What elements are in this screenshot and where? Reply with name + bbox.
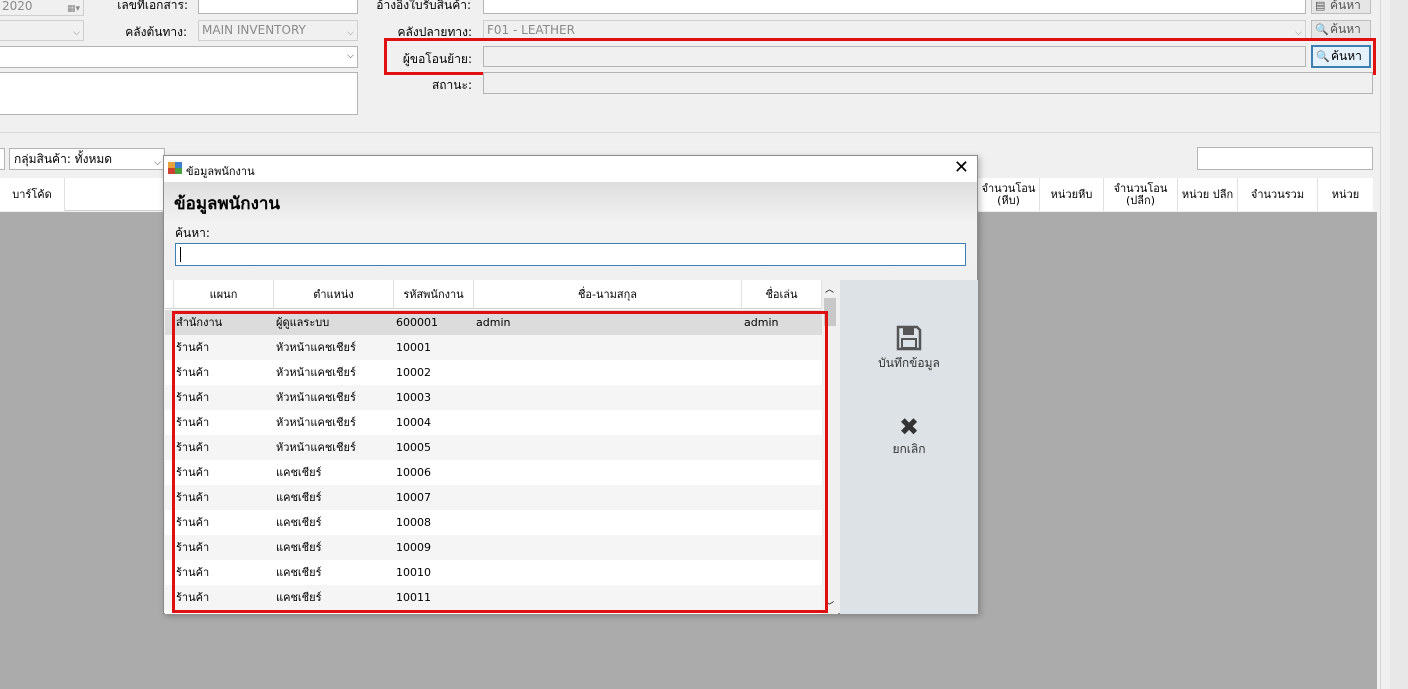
product-group-label: กลุ่มสินค้า: ทั้งหมด: [14, 152, 113, 166]
dialog-heading: ข้อมูลพนักงาน: [174, 194, 281, 214]
dest-search-button[interactable]: 🔍 ค้นหา: [1311, 20, 1371, 40]
chevron-down-icon: ⌵: [73, 28, 80, 38]
col-header-fullname[interactable]: ชื่อ-นามสกุล: [474, 280, 742, 309]
dialog-search-input[interactable]: [175, 243, 966, 266]
source-wh-label: คลังต้นทาง:: [125, 25, 187, 39]
dialog-search-label: ค้นหา:: [175, 226, 210, 240]
close-icon[interactable]: ✕: [954, 157, 969, 178]
section-divider: [0, 132, 1380, 133]
save-button[interactable]: บันทึกข้อมูล: [840, 324, 978, 373]
doc-date-value: 2020: [2, 0, 33, 13]
doc-no-field[interactable]: [198, 0, 358, 14]
save-label: บันทึกข้อมูล: [878, 356, 940, 370]
requester-highlight: [384, 38, 1376, 75]
dest-wh-value: F01 - LEATHER: [487, 23, 575, 37]
source-wh-value: MAIN INVENTORY: [202, 23, 306, 37]
chevron-down-icon: ⌵: [347, 28, 354, 38]
doc-date-field[interactable]: 2020 ▦▾: [0, 0, 84, 16]
left-combo[interactable]: ⌵: [0, 46, 358, 68]
window-icon: [168, 162, 182, 174]
text-caret: [180, 247, 181, 262]
grid-search-field[interactable]: [1197, 147, 1373, 170]
dialog-header: [164, 182, 977, 282]
grid-header-total[interactable]: จำนวนรวม: [1238, 178, 1318, 211]
row-header-corner: [165, 280, 174, 309]
calendar-icon[interactable]: ▦▾: [67, 0, 80, 15]
close-x-icon: ✖: [898, 413, 920, 441]
chevron-down-icon: ⌵: [347, 51, 354, 61]
grid-header-unit[interactable]: หน่วย: [1318, 178, 1373, 211]
note-textarea[interactable]: [0, 72, 358, 115]
grid-header-unit-box[interactable]: หน่วยหีบ: [1040, 178, 1104, 211]
chevron-down-icon: ⌵: [154, 158, 161, 168]
table-rows-highlight: [172, 311, 828, 613]
source-wh-combo[interactable]: MAIN INVENTORY ⌵: [198, 20, 358, 41]
col-header-department[interactable]: แผนก: [174, 280, 274, 309]
ref-label: อ้างอิงใบรับสินค้า:: [376, 0, 471, 12]
cancel-button[interactable]: ✖ ยกเลิก: [840, 414, 978, 459]
search-icon: ▤: [1315, 0, 1326, 12]
col-header-nickname[interactable]: ชื่อเล่น: [742, 280, 822, 309]
cancel-label: ยกเลิก: [892, 442, 926, 456]
search-icon: 🔍: [1315, 23, 1329, 36]
grid-header-unit-retail[interactable]: หน่วย ปลีก: [1178, 178, 1238, 211]
grid-header-qty-retail[interactable]: จำนวนโอน (ปลีก): [1104, 178, 1178, 211]
col-header-position[interactable]: ตำแหน่ง: [274, 280, 394, 309]
grid-header-barcode[interactable]: บาร์โค้ด: [0, 178, 65, 211]
status-field: [483, 72, 1373, 94]
top-left-combo[interactable]: ⌵: [0, 20, 84, 41]
dialog-titlebar[interactable]: ข้อมูลพนักงาน ✕: [164, 156, 977, 182]
col-header-employee-id[interactable]: รหัสพนักงาน: [394, 280, 474, 309]
dialog-action-panel: บันทึกข้อมูล ✖ ยกเลิก: [840, 280, 978, 614]
save-icon: [896, 325, 922, 351]
dialog-title: ข้อมูลพนักงาน: [186, 165, 255, 178]
ref-search-button[interactable]: ▤ ค้นหา: [1311, 0, 1371, 14]
ref-field[interactable]: [483, 0, 1306, 14]
doc-no-label: เลขที่เอกสาร:: [117, 0, 188, 12]
product-group-combo[interactable]: กลุ่มสินค้า: ทั้งหมด ⌵: [9, 148, 165, 170]
page-scrollbar-track: [1390, 0, 1408, 689]
status-label: สถานะ:: [431, 78, 472, 92]
grid-header-qty-box[interactable]: จำนวนโอน (หีบ): [978, 178, 1040, 211]
page-scrollbar[interactable]: [1380, 0, 1390, 689]
chevron-up-icon[interactable]: ︿: [825, 282, 834, 295]
filter-left-stub[interactable]: [0, 148, 5, 170]
